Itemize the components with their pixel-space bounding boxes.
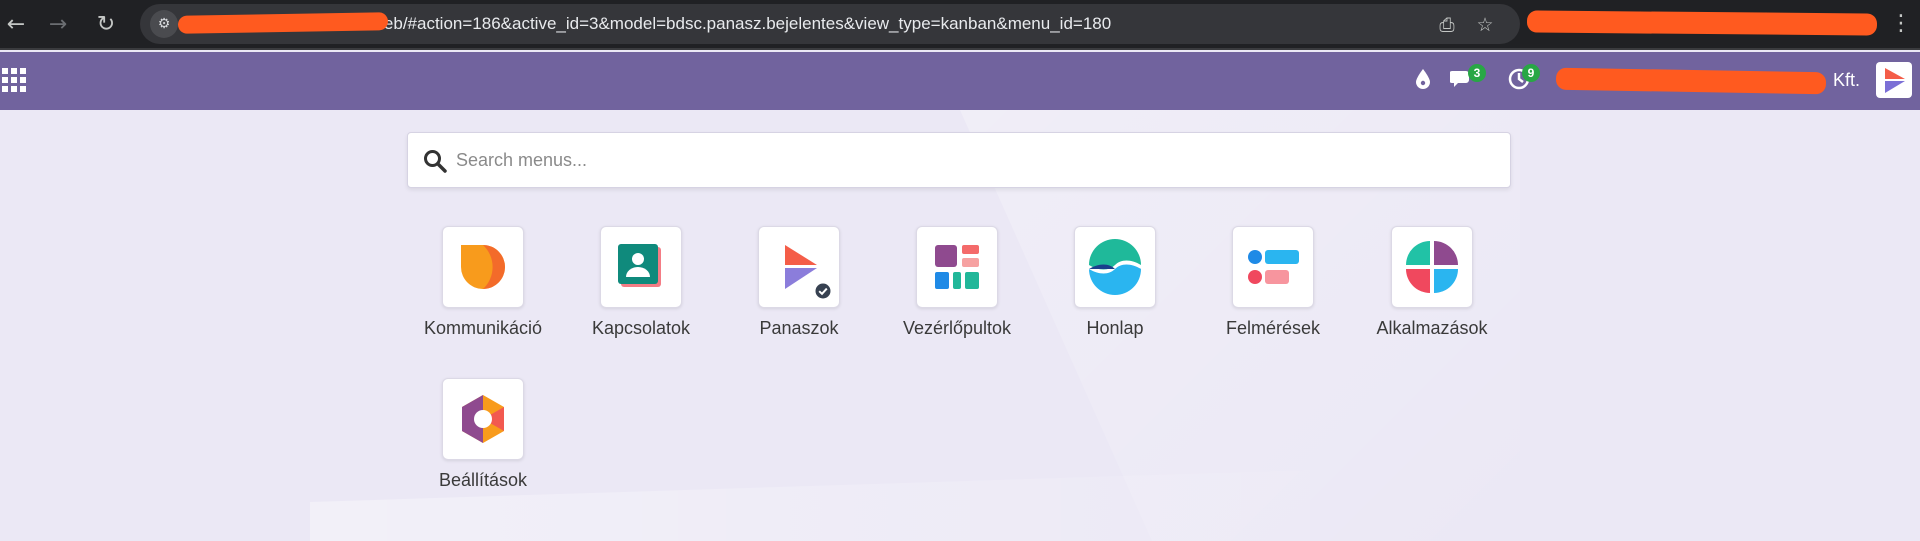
app-honlap[interactable]: Honlap — [1035, 226, 1195, 346]
surveys-icon[interactable] — [1232, 226, 1314, 308]
checkmark-badge-icon — [815, 283, 831, 299]
panaszok-icon[interactable] — [758, 226, 840, 308]
app-kommunikacio[interactable]: Kommunikáció — [403, 226, 563, 346]
menu-search-box[interactable] — [407, 132, 1511, 188]
browser-chrome: ← → ↻ ⚙ hu/web/#action=186&active_id=3&m… — [0, 0, 1920, 50]
app-beallitasok[interactable]: Beállítások — [403, 378, 563, 498]
redaction-mark — [177, 12, 389, 34]
droplet-icon[interactable] — [1414, 68, 1432, 95]
app-label: Panaszok — [759, 318, 839, 338]
app-grid-icon[interactable] — [2, 68, 26, 92]
reload-icon[interactable]: ↻ — [90, 8, 122, 40]
bookmark-star-icon[interactable]: ☆ — [1472, 12, 1498, 38]
app-vezerlopultok[interactable]: Vezérlőpultok — [877, 226, 1037, 346]
site-info-icon[interactable]: ⚙ — [150, 10, 178, 38]
app-felmeresek[interactable]: Felmérések — [1193, 226, 1353, 346]
user-avatar[interactable] — [1876, 62, 1912, 98]
app-label: Kommunikáció — [423, 318, 543, 338]
install-app-icon[interactable]: ⎙ — [1434, 12, 1460, 38]
app-alkalmazasok[interactable]: Alkalmazások — [1352, 226, 1512, 346]
address-bar[interactable]: ⚙ hu/web/#action=186&active_id=3&model=b… — [140, 4, 1520, 44]
discuss-icon[interactable] — [442, 226, 524, 308]
app-label: Beállítások — [438, 470, 528, 490]
search-icon — [424, 150, 447, 173]
forward-icon[interactable]: → — [42, 8, 74, 40]
app-label: Felmérések — [1225, 318, 1321, 338]
odoo-navbar: 3 9 Kft. — [0, 52, 1920, 110]
activity-badge: 9 — [1522, 64, 1540, 82]
apps-icon[interactable] — [1391, 226, 1473, 308]
app-label: Vezérlőpultok — [902, 318, 1012, 338]
dashboards-icon[interactable] — [916, 226, 998, 308]
company-switcher[interactable]: Kft. — [1833, 70, 1860, 91]
chat-badge: 3 — [1468, 64, 1486, 82]
settings-icon[interactable] — [442, 378, 524, 460]
contacts-icon[interactable] — [600, 226, 682, 308]
browser-menu-icon[interactable]: ⋮ — [1890, 10, 1912, 38]
app-kapcsolatok[interactable]: Kapcsolatok — [561, 226, 721, 346]
app-panaszok[interactable]: Panaszok — [719, 226, 879, 346]
search-menus-input[interactable] — [456, 143, 1496, 177]
redaction-mark — [1526, 10, 1878, 36]
back-icon[interactable]: ← — [0, 8, 32, 40]
app-label: Alkalmazások — [1376, 318, 1488, 338]
app-label: Honlap — [1086, 318, 1144, 338]
website-icon[interactable] — [1074, 226, 1156, 308]
app-label: Kapcsolatok — [591, 318, 691, 338]
redaction-mark — [1555, 67, 1827, 95]
extensions-area — [1525, 4, 1905, 46]
